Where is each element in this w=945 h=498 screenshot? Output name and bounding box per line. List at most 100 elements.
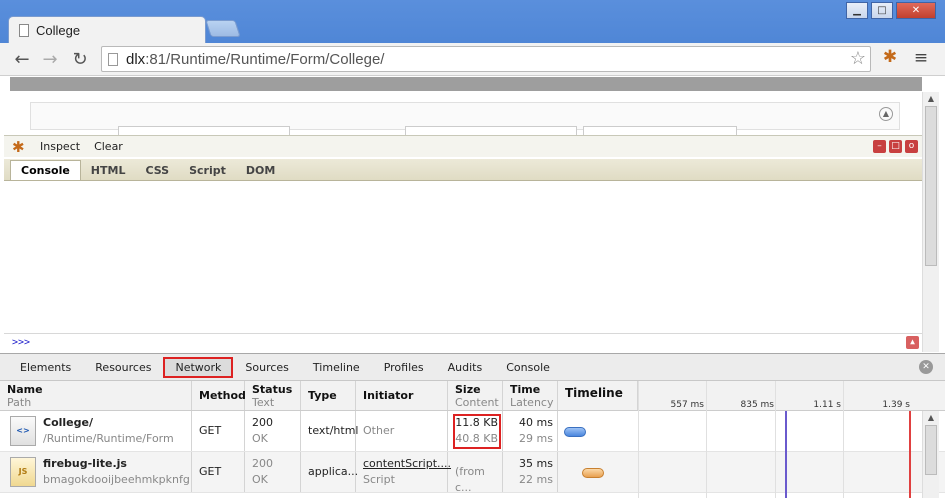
- col-timeline[interactable]: Timeline: [558, 381, 638, 410]
- page-header-bar: [10, 77, 922, 91]
- tab-script[interactable]: Script: [179, 161, 236, 180]
- status-code: 200: [252, 416, 273, 429]
- col-name-sub: Path: [7, 396, 32, 409]
- size-cell: (from c...: [448, 452, 503, 494]
- request-path: bmagokdooijbeehmkpknfg: [43, 473, 190, 486]
- tab-sources[interactable]: Sources: [233, 357, 301, 378]
- firebug-console-output: [4, 181, 922, 333]
- form-input[interactable]: [583, 126, 737, 135]
- page-scrollbar[interactable]: ▲: [922, 92, 939, 352]
- time-value: 40 ms: [519, 416, 553, 429]
- name-cell: JS firebug-lite.js bmagokdooijbeehmkpknf…: [0, 452, 192, 492]
- form-dropdown-2[interactable]: [405, 126, 577, 135]
- bookmark-star-icon[interactable]: ☆: [850, 48, 866, 69]
- menu-icon[interactable]: ≡: [910, 48, 932, 70]
- tab-console[interactable]: Console: [494, 357, 562, 378]
- tab-timeline[interactable]: Timeline: [301, 357, 372, 378]
- size-highlight-box: [453, 414, 501, 449]
- firebug-minimize-icon[interactable]: –: [873, 140, 886, 153]
- col-time-sub: Latency: [510, 396, 554, 409]
- initiator-link[interactable]: contentScript....: [363, 456, 451, 472]
- tab-elements[interactable]: Elements: [8, 357, 83, 378]
- devtools-close-icon[interactable]: ✕: [919, 360, 933, 374]
- file-icon-label: JS: [18, 467, 28, 476]
- tab-network[interactable]: Network: [163, 356, 234, 378]
- timeline-gridline: [706, 381, 707, 498]
- firebug-tabs: Console HTML CSS Script DOM: [4, 159, 922, 181]
- firebug-close-icon[interactable]: o: [905, 140, 918, 153]
- method-cell: GET: [192, 452, 245, 492]
- html-file-icon: <>: [10, 416, 36, 446]
- col-size[interactable]: Size Content: [448, 381, 503, 410]
- type-value: text/html: [308, 424, 359, 437]
- col-name-title: Name: [7, 383, 43, 396]
- tab-title: College: [36, 22, 81, 38]
- col-time[interactable]: Time Latency: [503, 381, 558, 410]
- col-status[interactable]: Status Text: [245, 381, 301, 410]
- minimize-button[interactable]: ▁: [846, 2, 868, 19]
- col-initiator[interactable]: Initiator: [356, 381, 448, 410]
- col-type[interactable]: Type: [301, 381, 356, 410]
- timeline-gridline: [638, 381, 639, 498]
- back-arrow-icon: ←: [14, 48, 30, 70]
- status-text: OK: [252, 432, 268, 445]
- scroll-up-icon[interactable]: ▲: [925, 94, 937, 104]
- col-method-title: Method: [199, 389, 246, 402]
- tab-audits[interactable]: Audits: [436, 357, 495, 378]
- col-name[interactable]: Name Path: [0, 381, 192, 410]
- timeline-gridline: [843, 381, 844, 498]
- initiator-cell: Other: [356, 411, 448, 451]
- maximize-button[interactable]: □: [871, 2, 893, 19]
- address-bar[interactable]: dlx:81/Runtime/Runtime/Form/College/ ☆: [101, 46, 871, 72]
- timeline-tick: 835 ms: [740, 400, 775, 410]
- col-method[interactable]: Method: [192, 381, 246, 410]
- latency-value: 29 ms: [519, 432, 553, 445]
- method-cell: GET: [192, 411, 245, 451]
- scroll-up-icon[interactable]: ▲: [925, 413, 937, 423]
- domcontentloaded-marker: [785, 411, 787, 498]
- scroll-thumb[interactable]: [925, 425, 937, 475]
- table-row[interactable]: JS firebug-lite.js bmagokdooijbeehmkpknf…: [0, 452, 945, 494]
- latency-value: 22 ms: [519, 473, 553, 486]
- close-icon: ✕: [911, 5, 921, 16]
- firebug-newwindow-icon[interactable]: □: [889, 140, 902, 153]
- tab-css[interactable]: CSS: [135, 161, 179, 180]
- status-cell: 200 OK: [245, 452, 301, 492]
- timeline-bar: [564, 427, 586, 437]
- tab-html[interactable]: HTML: [81, 161, 136, 180]
- url-host: dlx: [126, 50, 146, 68]
- command-prompt: >>>: [12, 337, 31, 348]
- tab-console[interactable]: Console: [10, 160, 81, 180]
- new-tab-button[interactable]: [205, 20, 241, 37]
- command-expand-icon[interactable]: ▲: [906, 336, 919, 349]
- back-button[interactable]: ←: [10, 48, 34, 70]
- browser-tab[interactable]: College: [8, 16, 206, 43]
- firebug-command-line[interactable]: >>> ▲: [4, 333, 922, 351]
- tab-dom[interactable]: DOM: [236, 161, 285, 180]
- close-button[interactable]: ✕: [896, 2, 936, 19]
- size-cell: 11.8 KB 40.8 KB: [448, 411, 503, 451]
- tab-profiles[interactable]: Profiles: [372, 357, 436, 378]
- request-name: College/: [43, 416, 93, 429]
- clear-button[interactable]: Clear: [94, 140, 123, 153]
- col-timeline-title: Timeline: [565, 386, 623, 400]
- firebug-logo-icon: ✱: [12, 138, 25, 156]
- status-cell: 200 OK: [245, 411, 301, 451]
- table-row[interactable]: <> College/ /Runtime/Runtime/Form GET 20…: [0, 411, 945, 452]
- reload-icon: ↻: [72, 48, 88, 70]
- reload-button[interactable]: ↻: [68, 48, 92, 70]
- forward-button[interactable]: →: [38, 48, 62, 70]
- tab-resources[interactable]: Resources: [83, 357, 163, 378]
- timeline-tick: 557 ms: [670, 400, 705, 410]
- devtools-tabbar: Elements Resources Network Sources Timel…: [0, 353, 945, 381]
- url-path: :81/Runtime/Runtime/Form/College/: [145, 50, 385, 68]
- timeline-tick: 1.11 s: [813, 400, 841, 410]
- firebug-toolbar: ✱ Inspect Clear – □ o: [4, 135, 922, 157]
- form-dropdown-1[interactable]: [118, 126, 290, 135]
- network-scrollbar[interactable]: ▲: [922, 411, 939, 498]
- firebug-extension-icon[interactable]: ✱: [879, 47, 901, 69]
- inspect-button[interactable]: Inspect: [40, 140, 80, 153]
- time-value: 35 ms: [519, 457, 553, 470]
- collapse-icon[interactable]: ▲: [879, 107, 893, 121]
- scroll-thumb[interactable]: [925, 106, 937, 266]
